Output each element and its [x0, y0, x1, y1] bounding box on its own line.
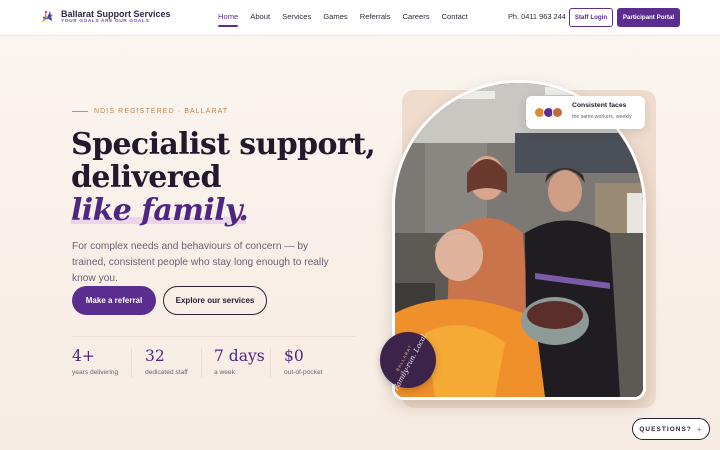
- stat-days: 7 days a week: [214, 347, 265, 376]
- hero-subtext: For complex needs and behaviours of conc…: [72, 241, 329, 284]
- stat-value: 7 days: [214, 347, 265, 365]
- make-referral-button[interactable]: Make a referral: [72, 286, 156, 315]
- stat-separator: [270, 348, 271, 378]
- questions-label: QUESTIONS?: [639, 425, 692, 433]
- stat-years: 4+ years delivering: [72, 347, 118, 376]
- eyebrow-line: [72, 111, 88, 112]
- headline-line-2: delivered: [71, 160, 221, 195]
- chip-title: Consistent faces: [572, 102, 627, 109]
- brand-name[interactable]: Ballarat Support Services: [61, 9, 171, 19]
- nav-link-services[interactable]: Services: [282, 12, 311, 21]
- headline-line-3: like family.: [71, 193, 249, 228]
- nav-link-contact[interactable]: Contact: [442, 12, 468, 21]
- nav-link-referrals[interactable]: Referrals: [360, 12, 391, 21]
- family-run-badge: BALLARAT Family-run. Local.: [380, 331, 436, 392]
- stat-label: out-of-pocket: [284, 369, 323, 376]
- hero-headline: Specialist support, delivered like famil…: [71, 127, 376, 228]
- stat-cost: $0 out-of-pocket: [284, 347, 322, 376]
- stat-label: dedicated staff: [145, 369, 188, 376]
- participant-portal-button[interactable]: Participant Portal: [617, 8, 680, 27]
- stat-value: 32: [145, 347, 165, 365]
- stat-label: a week: [214, 369, 235, 376]
- plus-icon: +: [696, 424, 703, 434]
- stat-separator: [201, 348, 202, 378]
- nav-links: Home About Services Games Referrals Care…: [218, 12, 480, 27]
- explore-services-button[interactable]: Explore our services: [163, 286, 267, 315]
- logo-icon[interactable]: [40, 9, 54, 25]
- stat-separator: [131, 348, 132, 378]
- nav-link-about[interactable]: About: [250, 12, 270, 21]
- headline-line-1: Specialist support,: [71, 127, 376, 162]
- stat-staff: 32 dedicated staff: [145, 347, 188, 376]
- phone-link[interactable]: Ph. 0411 963 244: [508, 12, 566, 21]
- nav-link-home[interactable]: Home: [218, 12, 239, 27]
- nav-link-careers[interactable]: Careers: [403, 12, 430, 21]
- chip-subtitle: the same workers, weekly: [572, 114, 632, 120]
- consistent-faces-chip: Consistent faces the same workers, weekl…: [526, 96, 645, 129]
- navbar: Ballarat Support Services YOUR GOALS ARE…: [0, 0, 720, 36]
- stat-value: 4+: [72, 347, 95, 365]
- eyebrow-text: NDIS REGISTERED · BALLARAT: [94, 108, 229, 115]
- brand-tagline: YOUR GOALS ARE OUR GOALS: [61, 19, 150, 24]
- avatar: [552, 107, 563, 118]
- nav-link-games[interactable]: Games: [323, 12, 347, 21]
- questions-button[interactable]: QUESTIONS? +: [632, 418, 710, 440]
- staff-login-button[interactable]: Staff Login: [569, 8, 613, 27]
- eyebrow: NDIS REGISTERED · BALLARAT: [72, 108, 228, 115]
- stat-label: years delivering: [72, 369, 119, 376]
- stat-value: $0: [284, 347, 304, 365]
- badge-big-text: Family-run. Local.: [392, 331, 430, 392]
- stats-divider: [72, 336, 356, 337]
